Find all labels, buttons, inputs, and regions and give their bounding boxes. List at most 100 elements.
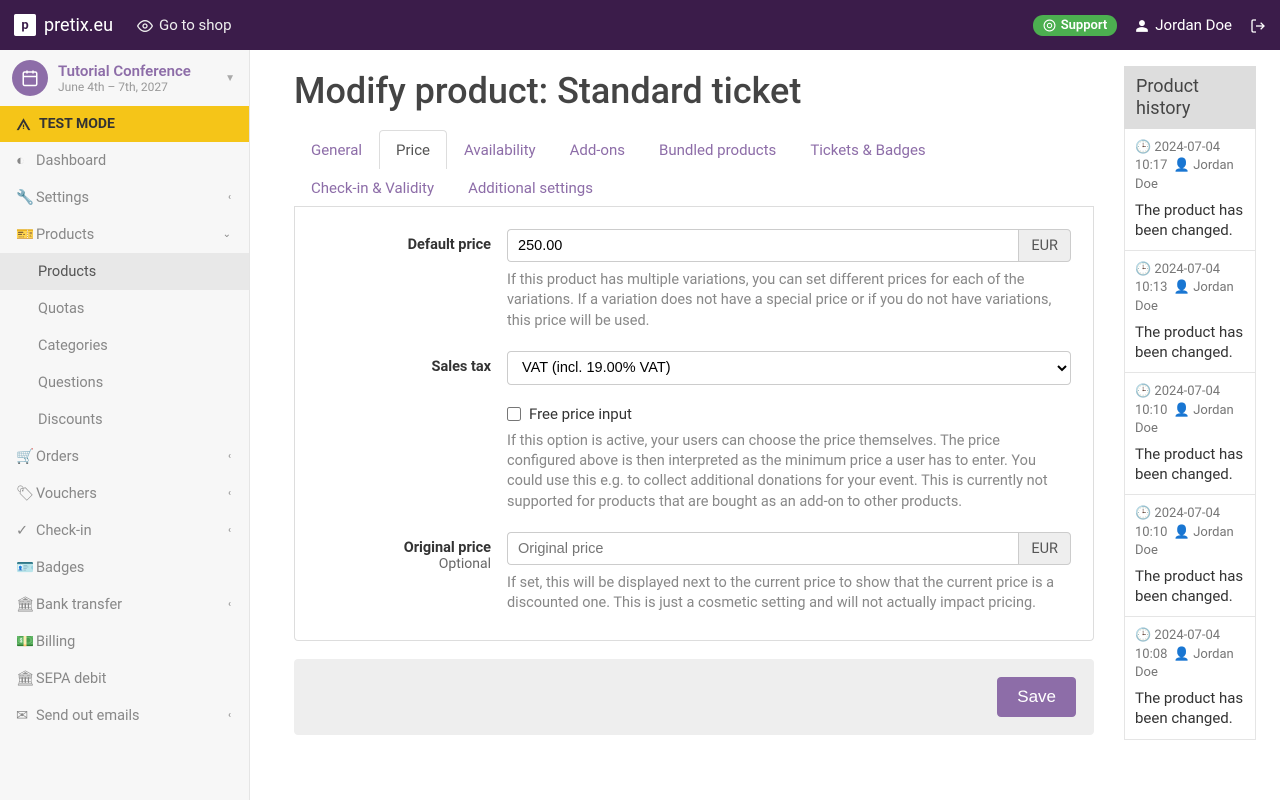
nav-checkin[interactable]: ✓ Check-in ‹ xyxy=(0,512,249,549)
nav-billing[interactable]: 💵 Billing xyxy=(0,623,249,660)
user-name: Jordan Doe xyxy=(1155,16,1232,34)
test-mode-label: TEST MODE xyxy=(39,116,115,132)
nav-label: Bank transfer xyxy=(36,596,122,613)
tab-checkin-validity[interactable]: Check-in & Validity xyxy=(294,168,451,207)
nav-sepa[interactable]: 🏛 SEPA debit xyxy=(0,660,249,697)
nav-dashboard[interactable]: ◐ Dashboard xyxy=(0,142,249,179)
nav-products-discounts[interactable]: Discounts xyxy=(0,401,249,438)
nav-products[interactable]: 🎫 Products ⌄ xyxy=(0,216,249,253)
nav-label: Settings xyxy=(36,189,89,206)
tab-price[interactable]: Price xyxy=(379,130,447,169)
calendar-icon xyxy=(12,60,48,96)
nav-label: Orders xyxy=(36,448,79,465)
shop-link-label: Go to shop xyxy=(159,16,232,34)
clock-icon: 🕒 xyxy=(1135,384,1151,399)
tags-icon: 🏷 xyxy=(16,485,36,502)
tab-bundled[interactable]: Bundled products xyxy=(642,130,793,169)
default-price-help: If this product has multiple variations,… xyxy=(507,270,1071,331)
tabs: General Price Availability Add-ons Bundl… xyxy=(294,130,1094,207)
nav-settings[interactable]: 🔧 Settings ‹ xyxy=(0,179,249,216)
nav-label: Discounts xyxy=(38,411,103,428)
history-message: The product has been changed. xyxy=(1135,444,1245,485)
caret-down-icon: ▼ xyxy=(225,73,235,84)
history-entry[interactable]: 🕒 2024-07-04 10:17 👤 Jordan DoeThe produ… xyxy=(1124,129,1256,251)
tab-availability[interactable]: Availability xyxy=(447,130,553,169)
nav-products-questions[interactable]: Questions xyxy=(0,364,249,401)
warning-icon xyxy=(16,116,31,132)
free-price-checkbox-row[interactable]: Free price input xyxy=(507,405,1071,423)
sales-tax-select[interactable]: VAT (incl. 19.00% VAT) xyxy=(507,351,1071,385)
nav-label: Vouchers xyxy=(36,485,97,502)
life-ring-icon xyxy=(1043,18,1056,33)
nav-products-categories[interactable]: Categories xyxy=(0,327,249,364)
event-title: Tutorial Conference xyxy=(58,62,191,80)
event-switcher[interactable]: Tutorial Conference June 4th – 7th, 2027… xyxy=(0,50,249,106)
tab-addons[interactable]: Add-ons xyxy=(553,130,642,169)
original-price-help: If set, this will be displayed next to t… xyxy=(507,573,1071,614)
history-header: Product history xyxy=(1124,66,1256,129)
history-entry[interactable]: 🕒 2024-07-04 10:10 👤 Jordan DoeThe produ… xyxy=(1124,373,1256,495)
history-message: The product has been changed. xyxy=(1135,200,1245,241)
ticket-icon: 🎫 xyxy=(16,226,36,243)
chevron-down-icon: ⌄ xyxy=(223,229,231,240)
original-price-input[interactable] xyxy=(507,532,1018,565)
user-menu[interactable]: Jordan Doe xyxy=(1135,16,1232,34)
currency-addon: EUR xyxy=(1018,532,1071,565)
free-price-label: Free price input xyxy=(529,405,632,423)
chevron-left-icon: ‹ xyxy=(228,192,231,203)
history-entry[interactable]: 🕒 2024-07-04 10:10 👤 Jordan DoeThe produ… xyxy=(1124,495,1256,617)
logout-icon[interactable] xyxy=(1250,16,1266,34)
nav-vouchers[interactable]: 🏷 Vouchers ‹ xyxy=(0,475,249,512)
nav-bank-transfer[interactable]: 🏛 Bank transfer ‹ xyxy=(0,586,249,623)
support-badge[interactable]: Support xyxy=(1033,15,1118,36)
user-icon xyxy=(1135,16,1149,34)
tab-general[interactable]: General xyxy=(294,130,379,169)
history-message: The product has been changed. xyxy=(1135,566,1245,607)
nav-send-emails[interactable]: ✉ Send out emails ‹ xyxy=(0,697,249,734)
gauge-icon: ◐ xyxy=(16,152,36,169)
history-message: The product has been changed. xyxy=(1135,322,1245,363)
page-title: Modify product: Standard ticket xyxy=(294,70,1094,112)
brand-text: pretix.eu xyxy=(44,15,113,36)
free-price-help: If this option is active, your users can… xyxy=(507,431,1071,512)
nav-orders[interactable]: 🛒 Orders ‹ xyxy=(0,438,249,475)
nav-badges[interactable]: 🪪 Badges xyxy=(0,549,249,586)
tab-additional[interactable]: Additional settings xyxy=(451,168,610,207)
chevron-left-icon: ‹ xyxy=(228,451,231,462)
chevron-left-icon: ‹ xyxy=(228,599,231,610)
nav-label: Categories xyxy=(38,337,108,354)
nav-label: Products xyxy=(38,263,96,280)
user-icon: 👤 xyxy=(1174,158,1190,173)
nav-label: Badges xyxy=(36,559,84,576)
history-message: The product has been changed. xyxy=(1135,688,1245,729)
nav-label: Send out emails xyxy=(36,707,140,724)
save-bar: Save xyxy=(294,659,1094,735)
user-icon: 👤 xyxy=(1174,647,1190,662)
check-icon: ✓ xyxy=(16,522,36,539)
nav-products-quotas[interactable]: Quotas xyxy=(0,290,249,327)
bank-icon: 🏛 xyxy=(16,670,36,687)
history-panel: Product history 🕒 2024-07-04 10:17 👤 Jor… xyxy=(1124,66,1256,800)
chevron-left-icon: ‹ xyxy=(228,488,231,499)
free-price-checkbox[interactable] xyxy=(507,407,521,421)
nav-label: Quotas xyxy=(38,300,84,317)
envelope-icon: ✉ xyxy=(16,707,36,724)
nav-label: Billing xyxy=(36,633,75,650)
default-price-label: Default price xyxy=(317,229,507,331)
nav-products-products[interactable]: Products xyxy=(0,253,249,290)
topbar: p pretix.eu Go to shop Support Jordan Do… xyxy=(0,0,1280,50)
user-icon: 👤 xyxy=(1174,525,1190,540)
save-button[interactable]: Save xyxy=(997,677,1076,717)
currency-addon: EUR xyxy=(1018,229,1071,262)
history-entry[interactable]: 🕒 2024-07-04 10:13 👤 Jordan DoeThe produ… xyxy=(1124,251,1256,373)
clock-icon: 🕒 xyxy=(1135,140,1151,155)
default-price-input[interactable] xyxy=(507,229,1018,262)
logo-icon: p xyxy=(14,14,36,36)
tab-tickets-badges[interactable]: Tickets & Badges xyxy=(793,130,942,169)
brand[interactable]: p pretix.eu xyxy=(14,14,113,36)
clock-icon: 🕒 xyxy=(1135,628,1151,643)
nav-label: Questions xyxy=(38,374,103,391)
history-entry[interactable]: 🕒 2024-07-04 10:08 👤 Jordan DoeThe produ… xyxy=(1124,617,1256,739)
go-to-shop-link[interactable]: Go to shop xyxy=(137,16,232,34)
clock-icon: 🕒 xyxy=(1135,262,1151,277)
